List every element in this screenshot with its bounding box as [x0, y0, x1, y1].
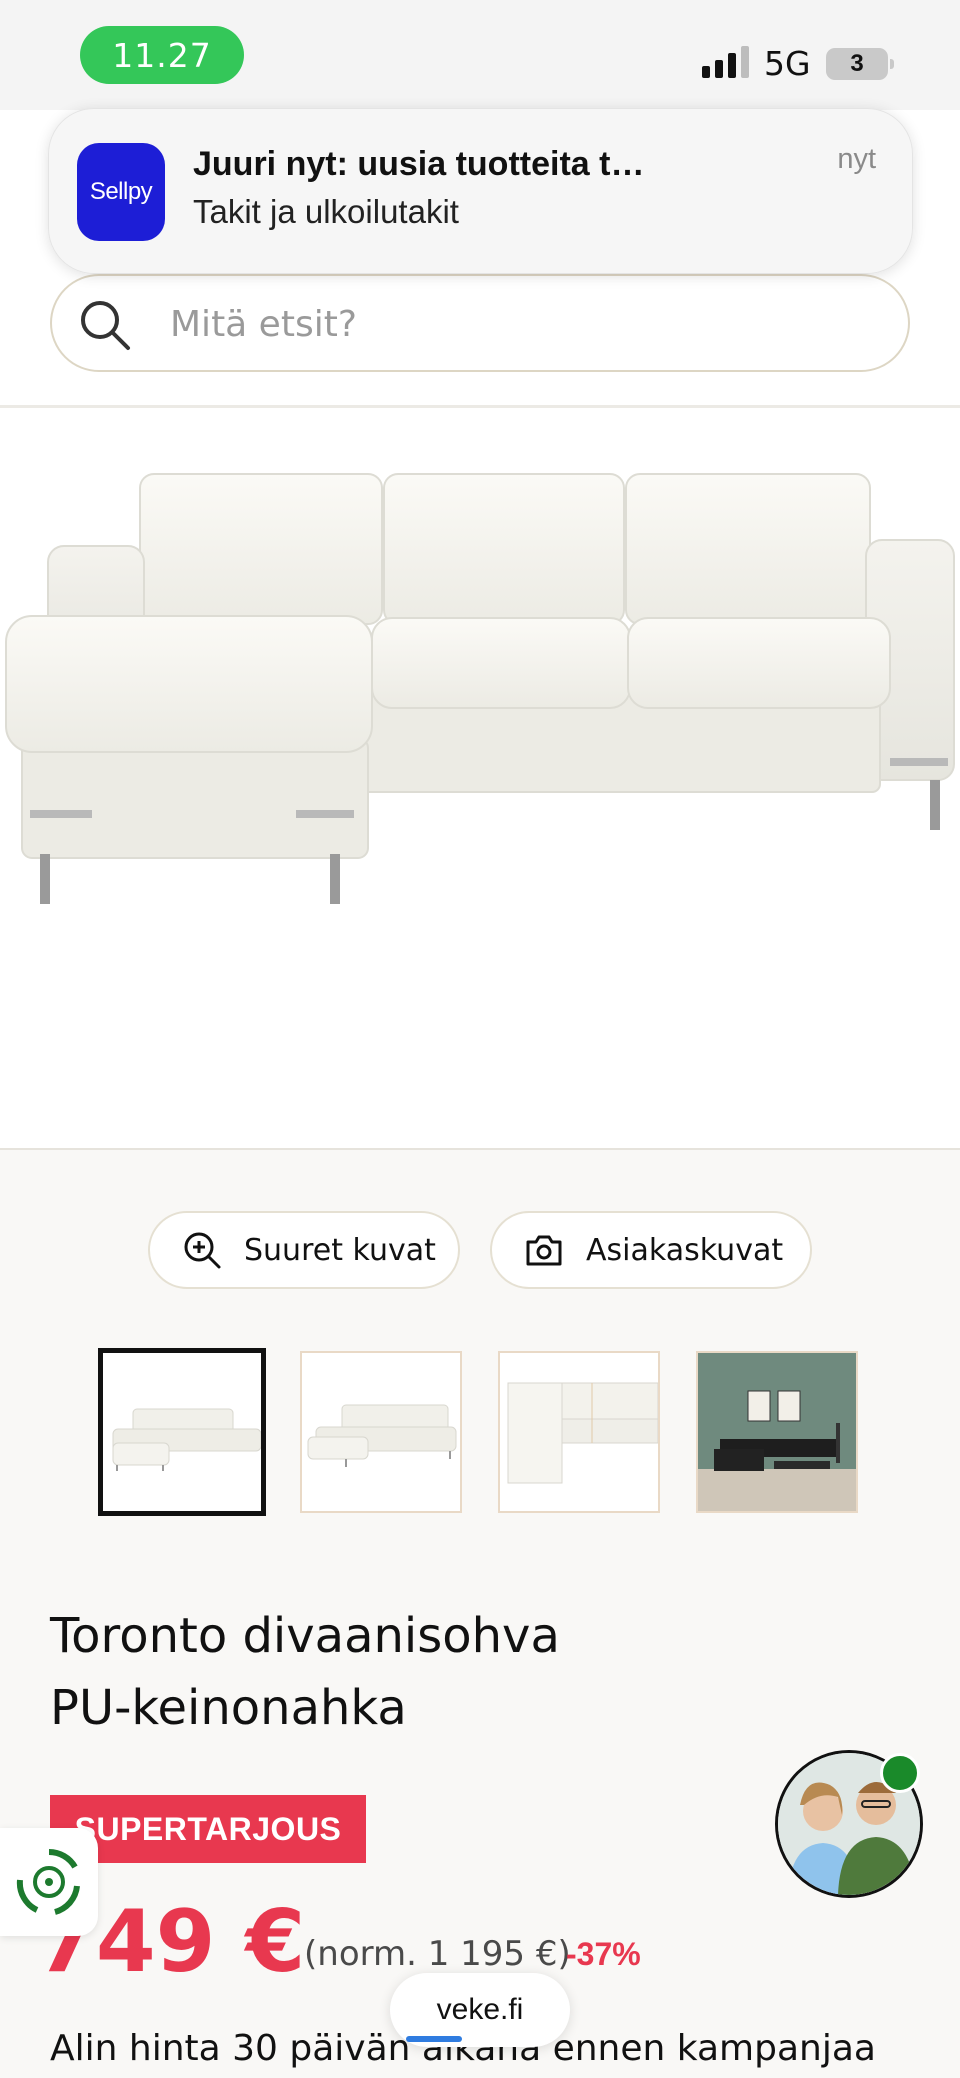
notification-body: Takit ja ulkoilutakit: [193, 193, 459, 230]
product-main-image[interactable]: [0, 408, 960, 1150]
thumbnail-sofa-room[interactable]: [696, 1351, 858, 1513]
thumbnail-sofa-top[interactable]: [498, 1351, 660, 1513]
thumbnail-image: [507, 1382, 658, 1484]
notification-time: nyt: [837, 143, 876, 175]
eco-recycle-icon[interactable]: [0, 1828, 98, 1936]
sofa-image: [5, 473, 955, 904]
notification-title: Juuri nyt: uusia tuotteita tallennetu...: [193, 145, 663, 183]
page-load-progress: [406, 2036, 462, 2042]
online-status-dot: [880, 1753, 920, 1793]
search-icon: [81, 301, 130, 350]
thumbnail-sofa-angle[interactable]: [300, 1351, 462, 1513]
status-bar: 11.27 5G 3: [0, 0, 960, 110]
customer-images-button[interactable]: Asiakaskuvat: [490, 1211, 812, 1289]
large-images-button[interactable]: Suuret kuvat: [148, 1211, 460, 1289]
thumbnail-image: [698, 1353, 856, 1511]
recycle-icon: [16, 1848, 80, 1915]
thumbnail-image: [112, 1408, 261, 1471]
customer-images-label: Asiakaskuvat: [586, 1232, 784, 1268]
zoom-in-icon: [184, 1232, 221, 1269]
search-input[interactable]: Mitä etsit?: [50, 274, 910, 372]
cellular-signal-icon: [702, 46, 749, 78]
thumbnail-image: [307, 1404, 457, 1467]
battery-icon: 3: [826, 48, 894, 80]
thumbnail-sofa-front[interactable]: [98, 1348, 266, 1516]
camera-icon: [526, 1235, 562, 1266]
product-title-line2: PU-keinonahka: [50, 1680, 407, 1736]
status-time[interactable]: 11.27: [80, 26, 244, 84]
product-title-line1: Toronto divaanisohva: [50, 1608, 560, 1664]
sellpy-app-icon: Sellpy: [77, 143, 165, 241]
network-type: 5G: [764, 44, 811, 83]
discount-percent: -37%: [566, 1936, 641, 1972]
large-images-label: Suuret kuvat: [244, 1232, 436, 1268]
search-placeholder: Mitä etsit?: [170, 304, 357, 345]
push-notification[interactable]: Sellpy Juuri nyt: uusia tuotteita tallen…: [48, 108, 913, 274]
normal-price: (norm. 1 195 €): [304, 1934, 571, 1974]
product-title: Toronto divaanisohva PU-keinonahka: [50, 1600, 750, 1744]
